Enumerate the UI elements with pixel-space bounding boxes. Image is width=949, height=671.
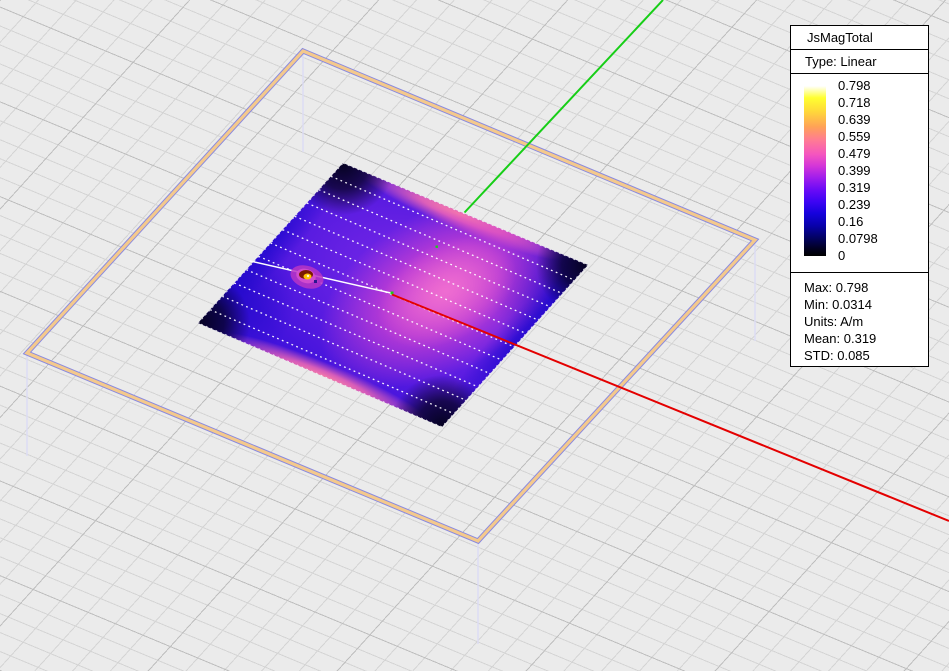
legend-scale-type: Type: Linear xyxy=(790,49,929,74)
scale-label: 0.798 xyxy=(838,79,878,93)
stat-mean: Mean: 0.319 xyxy=(804,330,928,347)
scale-label: 0 xyxy=(838,249,878,263)
legend-color-scale: 0.798 0.718 0.639 0.559 0.479 0.399 0.31… xyxy=(790,73,929,273)
y-axis xyxy=(465,0,664,213)
stat-std: STD: 0.085 xyxy=(804,347,928,364)
stat-units: Units: A/m xyxy=(804,313,928,330)
legend-quantity-title: JsMagTotal xyxy=(790,25,929,50)
scale-label: 0.239 xyxy=(838,198,878,212)
scale-label: 0.559 xyxy=(838,130,878,144)
scale-label: 0.479 xyxy=(838,147,878,161)
scale-label: 0.639 xyxy=(838,113,878,127)
scale-label: 0.0798 xyxy=(838,232,878,246)
legend-statistics: Max: 0.798 Min: 0.0314 Units: A/m Mean: … xyxy=(790,272,929,367)
colorbar-labels: 0.798 0.718 0.639 0.559 0.479 0.399 0.31… xyxy=(838,79,878,263)
scale-label: 0.319 xyxy=(838,181,878,195)
scale-label: 0.16 xyxy=(838,215,878,229)
3d-modeler-viewport[interactable]: JsMagTotal Type: Linear 0.798 0.718 0.63… xyxy=(0,0,949,671)
stat-min: Min: 0.0314 xyxy=(804,296,928,313)
colorbar xyxy=(804,86,826,256)
scale-label: 0.718 xyxy=(838,96,878,110)
stat-max: Max: 0.798 xyxy=(804,279,928,296)
field-plot-legend: JsMagTotal Type: Linear 0.798 0.718 0.63… xyxy=(790,25,929,367)
patch-current-density-plot xyxy=(146,95,668,485)
scale-label: 0.399 xyxy=(838,164,878,178)
